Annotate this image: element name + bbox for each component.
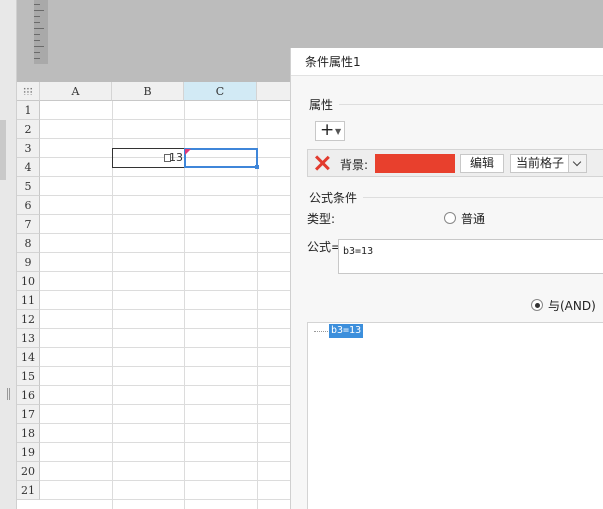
row-line: [40, 176, 307, 177]
row-line: [40, 404, 307, 405]
logic-and-label[interactable]: 与(AND): [548, 297, 596, 314]
type-label: 类型:: [307, 212, 336, 226]
logic-and-radio[interactable]: [531, 299, 543, 311]
row-line: [40, 195, 307, 196]
radio-checked-dot: [534, 302, 540, 308]
row-header-17[interactable]: 17: [17, 405, 40, 424]
scope-select-value: 当前格子: [516, 156, 565, 170]
row-line: [40, 290, 307, 291]
column-header-c[interactable]: C: [184, 82, 257, 101]
row-line: [40, 119, 307, 120]
row-header-5[interactable]: 5: [17, 177, 40, 196]
type-normal-label[interactable]: 普通: [461, 210, 485, 227]
cell-b3-value: 13: [169, 151, 183, 164]
select-all-corner[interactable]: [17, 82, 40, 101]
row-header-18[interactable]: 18: [17, 424, 40, 443]
cell-b3[interactable]: 13: [112, 148, 185, 168]
condition-properties-dialog: 条件属性1 属性 + ▼ 背景: 编辑 当前格子 公式条件 类型: 普通 公式=…: [290, 48, 603, 509]
left-side-panel-edge: [0, 0, 17, 509]
row-line: [40, 385, 307, 386]
row-header-20[interactable]: 20: [17, 462, 40, 481]
formula-condition-section-label: 公式条件: [309, 191, 358, 205]
row-header-2[interactable]: 2: [17, 120, 40, 139]
row-header-4[interactable]: 4: [17, 158, 40, 177]
row-header-9[interactable]: 9: [17, 253, 40, 272]
column-header-a[interactable]: A: [40, 82, 112, 101]
background-property-row: 背景: 编辑 当前格子: [307, 149, 603, 177]
caret-down-icon: ▼: [335, 127, 342, 136]
row-header-10[interactable]: 10: [17, 272, 40, 291]
row-header-11[interactable]: 11: [17, 291, 40, 310]
row-line: [40, 271, 307, 272]
row-line: [40, 366, 307, 367]
row-header-7[interactable]: 7: [17, 215, 40, 234]
tree-connector: [314, 331, 328, 332]
row-header-12[interactable]: 12: [17, 310, 40, 329]
fill-handle[interactable]: [255, 165, 259, 169]
plus-icon: +: [320, 120, 335, 140]
grid-dots-icon: [23, 87, 33, 95]
row-header-14[interactable]: 14: [17, 348, 40, 367]
edit-button[interactable]: 编辑: [460, 154, 504, 173]
section-divider: [339, 104, 603, 105]
properties-section-label: 属性: [309, 98, 334, 112]
row-header-15[interactable]: 15: [17, 367, 40, 386]
cell-c3-selected[interactable]: [184, 148, 259, 169]
chevron-down-icon[interactable]: [568, 155, 586, 172]
row-header-19[interactable]: 19: [17, 443, 40, 462]
delete-x-icon[interactable]: [314, 155, 330, 171]
row-line: [40, 442, 307, 443]
type-normal-radio[interactable]: [444, 212, 456, 224]
add-property-button[interactable]: + ▼: [315, 120, 345, 141]
row-line: [40, 252, 307, 253]
condition-item-selected[interactable]: b3=13: [329, 324, 364, 338]
formula-input[interactable]: b3=13: [338, 239, 603, 274]
row-line: [40, 309, 307, 310]
section-divider: [363, 197, 603, 198]
vertical-ruler: [34, 0, 48, 64]
row-line: [40, 461, 307, 462]
row-line: [40, 214, 307, 215]
condition-marker-icon: [185, 149, 191, 155]
row-line: [40, 423, 307, 424]
row-line: [40, 347, 307, 348]
condition-tree[interactable]: b3=13: [307, 322, 603, 509]
row-line: [40, 480, 307, 481]
row-header-1[interactable]: 1: [17, 101, 40, 120]
background-label: 背景:: [340, 158, 369, 172]
row-line: [40, 328, 307, 329]
left-panel-tab[interactable]: [0, 120, 6, 180]
scope-select[interactable]: 当前格子: [510, 154, 587, 173]
row-header-6[interactable]: 6: [17, 196, 40, 215]
column-header-b[interactable]: B: [112, 82, 184, 101]
row-line: [40, 233, 307, 234]
splitter-grip-icon[interactable]: [7, 388, 10, 400]
row-header-3[interactable]: 3: [17, 139, 40, 158]
background-color-swatch[interactable]: [375, 154, 455, 173]
formula-label: 公式=: [307, 240, 342, 254]
row-header-16[interactable]: 16: [17, 386, 40, 405]
row-line: [40, 138, 307, 139]
row-header-21[interactable]: 21: [17, 481, 40, 500]
row-header-13[interactable]: 13: [17, 329, 40, 348]
formula-input-value: b3=13: [343, 246, 374, 257]
row-line: [40, 499, 307, 500]
dialog-title: 条件属性1: [291, 48, 603, 76]
row-header-8[interactable]: 8: [17, 234, 40, 253]
spreadsheet-grid[interactable]: A B C 1 2 3 4 5 6 7 8 9 10 11 12 13 14 15 16 17 18 19 20 21 …: [17, 82, 307, 509]
